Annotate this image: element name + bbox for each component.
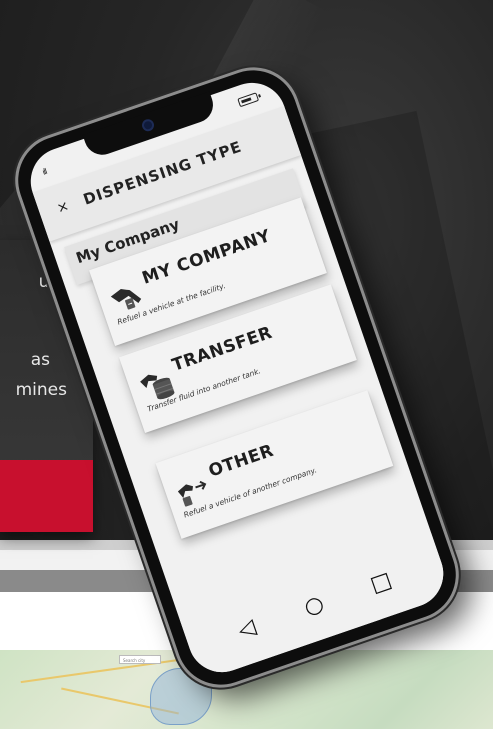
tooltip-text: mines [15, 380, 67, 400]
signal-icon: ıll [41, 167, 48, 177]
battery-icon [237, 92, 260, 108]
back-icon[interactable]: ◁ [235, 614, 259, 643]
map-search-input[interactable]: Search city [119, 655, 161, 664]
option-label: OTHER [206, 440, 277, 482]
cta-button[interactable] [0, 460, 93, 532]
home-icon[interactable]: ○ [301, 591, 327, 621]
recent-apps-icon[interactable]: □ [367, 568, 395, 598]
tooltip-text: as [30, 350, 50, 370]
camera-icon [142, 120, 154, 131]
close-icon[interactable]: × [55, 198, 71, 217]
